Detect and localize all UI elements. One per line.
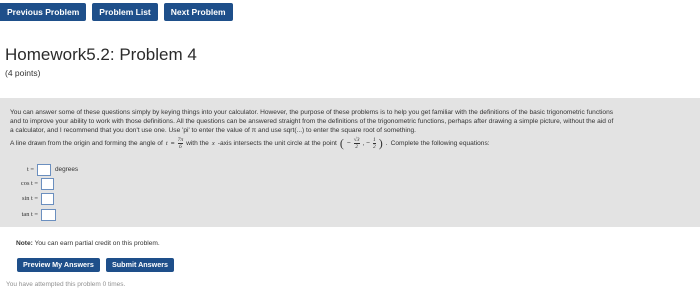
line4-prefix: A line drawn from the origin and forming…: [10, 139, 163, 147]
partial-credit-note: Note: You can earn partial credit on thi…: [16, 240, 160, 247]
problem-text-line-1: You can answer some of these questions s…: [10, 109, 614, 116]
point-x-fraction: √3 2: [353, 136, 360, 150]
note-text: You can earn partial credit on this prob…: [34, 240, 160, 247]
page-title: Homework5.2: Problem 4: [5, 45, 197, 64]
next-problem-button[interactable]: Next Problem: [163, 3, 233, 21]
angle-fraction: 7π 6: [177, 136, 184, 150]
submit-answers-button[interactable]: Submit Answers: [106, 258, 175, 272]
equation-label-tan: tan t =: [21, 211, 38, 218]
answer-input-tan[interactable]: [41, 209, 56, 221]
problem-text-line-2: and to improve your ability to work with…: [10, 118, 614, 125]
equation-label-sin: sin t =: [21, 195, 38, 202]
x-variable: x: [211, 139, 215, 147]
problem-panel: You can answer some of these questions s…: [0, 98, 700, 227]
answer-input-t[interactable]: [37, 164, 51, 176]
preview-answers-button[interactable]: Preview My Answers: [17, 258, 100, 272]
note-label: Note:: [16, 240, 33, 247]
equation-label-cos: cos t =: [20, 180, 38, 187]
previous-problem-button[interactable]: Previous Problem: [0, 3, 87, 21]
answer-input-cos[interactable]: [41, 178, 54, 190]
equation-label-t: t =: [27, 166, 34, 173]
degrees-unit-label: degrees: [55, 166, 79, 173]
problem-text-line-3: a calculator, and I recommend that you d…: [10, 127, 417, 134]
problem-text-line-4: A line drawn from the origin and forming…: [10, 135, 490, 150]
answer-input-sin[interactable]: [41, 193, 54, 205]
line4-mid2: -axis intersects the unit circle at the …: [217, 139, 337, 147]
line4-suffix: Complete the following equations:: [390, 139, 490, 147]
points-label: (4 points): [5, 68, 41, 78]
line4-mid: with the: [186, 139, 209, 147]
problem-list-button[interactable]: Problem List: [92, 3, 158, 21]
t-variable: t: [165, 139, 168, 147]
problem-navigation: Previous Problem Problem List Next Probl…: [0, 3, 233, 21]
point-y-fraction: 1 2: [373, 136, 376, 150]
